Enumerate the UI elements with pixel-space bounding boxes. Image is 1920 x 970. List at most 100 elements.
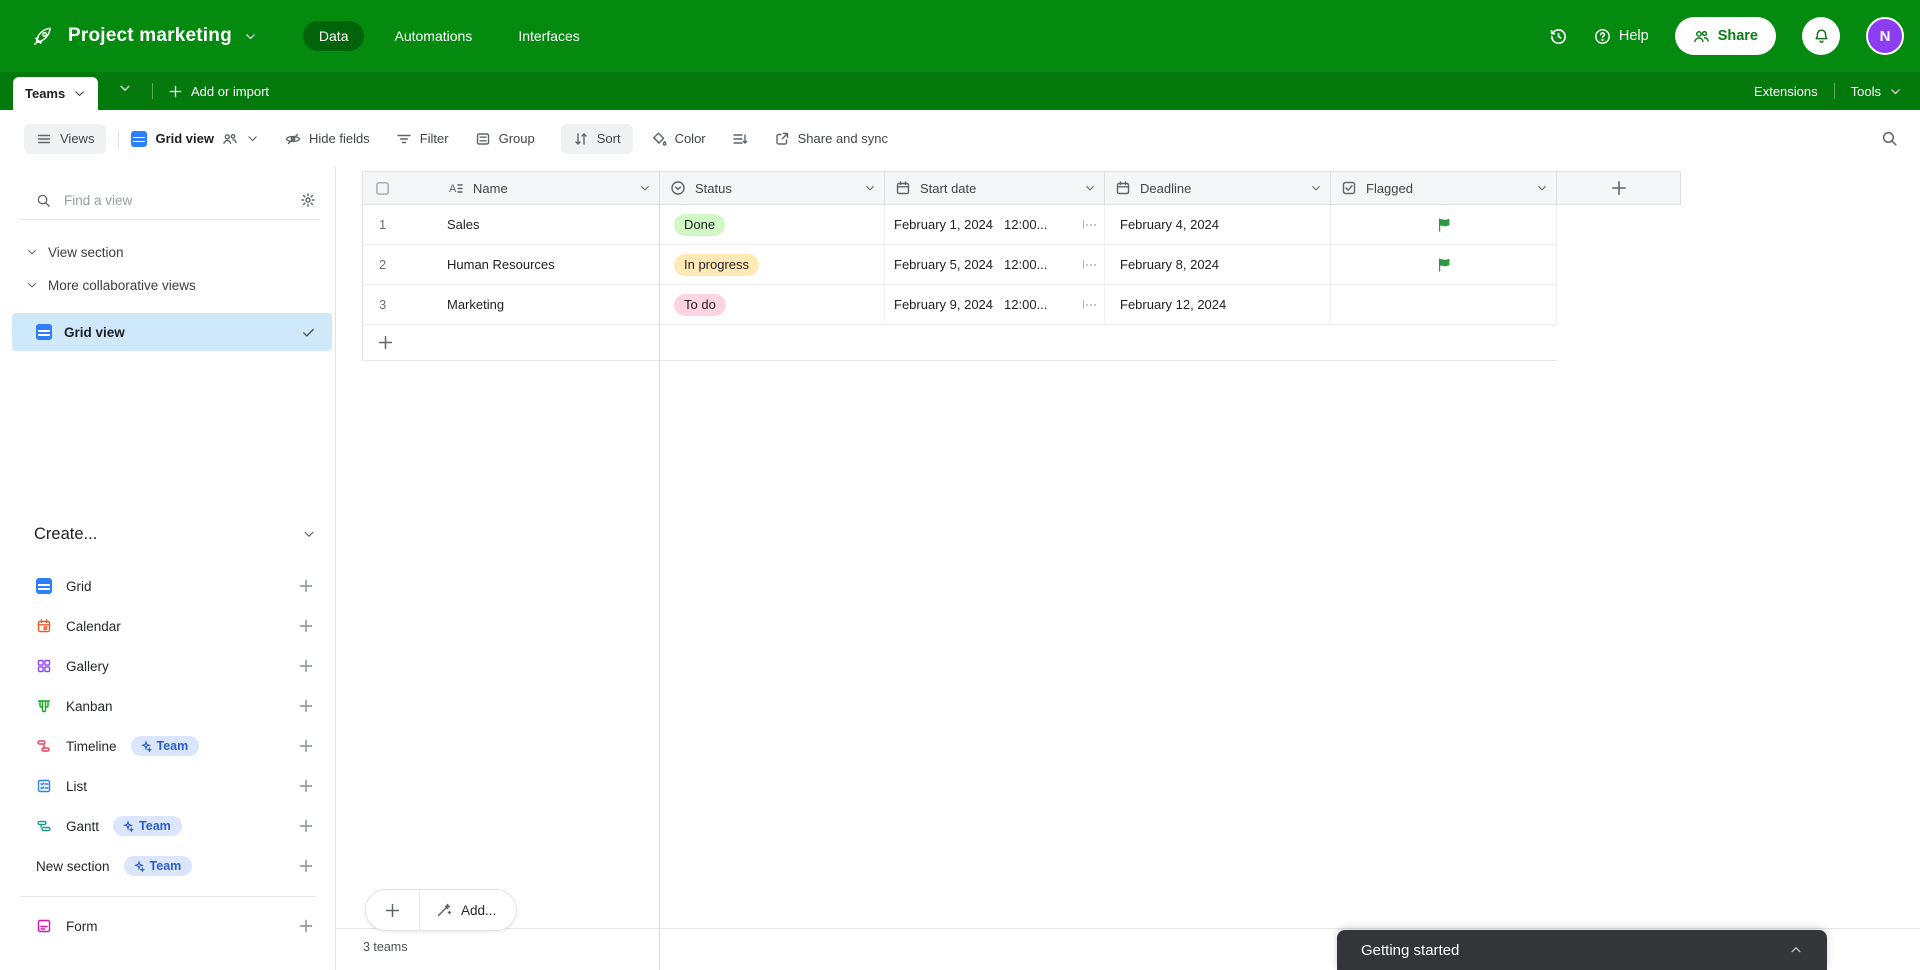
plus-icon[interactable] [298,918,314,934]
row-height-icon [732,133,748,144]
list-icon [37,779,51,793]
chevron-down-icon[interactable] [244,30,257,43]
column-header-name[interactable]: A Name [437,172,660,204]
share-button[interactable]: Share [1674,17,1776,55]
date-value: February 9, 2024 [894,297,994,312]
add-or-import-button[interactable]: Add or import [168,72,269,110]
cell-deadline[interactable]: February 8, 2024 [1105,245,1331,284]
chevron-down-icon[interactable] [1536,182,1548,194]
cell-flagged[interactable] [1331,245,1557,284]
avatar[interactable]: N [1866,17,1904,55]
table-list-chevron-icon[interactable] [118,81,132,95]
create-item-timeline[interactable]: Timeline Team [0,726,336,766]
table-tab-teams[interactable]: Teams [13,77,99,110]
plus-icon[interactable] [298,578,314,594]
plus-icon[interactable] [298,738,314,754]
sidebar-section-more-collaborative-views[interactable]: More collaborative views [0,270,336,300]
cell-name[interactable]: Marketing [437,285,660,324]
view-name: Grid view [64,324,125,340]
tab-data[interactable]: Data [302,21,365,51]
create-item-calendar[interactable]: Calendar [0,606,336,646]
add-record-button[interactable] [366,890,420,930]
tools-button[interactable]: Tools [1851,84,1902,99]
chevron-down-icon[interactable] [1084,182,1096,194]
extensions-button[interactable]: Extensions [1754,84,1818,99]
create-item-gantt[interactable]: Gantt Team [0,806,336,846]
create-section-header[interactable]: Create... [0,519,336,549]
add-field-button[interactable] [1557,172,1681,204]
table-row[interactable]: 2 Human Resources In progress February 5… [363,245,1557,285]
table-row[interactable]: 1 Sales Done February 1, 2024 12:00... F… [363,205,1557,245]
notifications-button[interactable] [1802,17,1840,55]
plus-icon[interactable] [298,778,314,794]
sort-label: Sort [596,131,621,146]
plus-icon[interactable] [298,698,314,714]
column-header-flagged[interactable]: Flagged [1331,172,1557,204]
sidebar-item-grid-view[interactable]: Grid view [12,313,332,351]
workspace-brand[interactable]: Project marketing [30,23,257,49]
tab-automations[interactable]: Automations [378,21,488,51]
page-title: Project marketing [68,25,232,46]
column-header-deadline[interactable]: Deadline [1105,172,1331,204]
create-item-gallery[interactable]: Gallery [0,646,336,686]
create-item-new-section[interactable]: New section Team [0,846,336,886]
cell-start-date[interactable]: February 5, 2024 12:00... [885,245,1105,284]
row-height-button[interactable] [732,131,748,147]
collaborators-icon [223,133,237,144]
create-item-list[interactable]: List [0,766,336,806]
sidebar-section-view-section[interactable]: View section [0,237,336,267]
group-button[interactable]: Group [475,131,535,147]
column-header-status[interactable]: Status [660,172,885,204]
add-record-row[interactable] [363,325,1557,361]
getting-started-toast[interactable]: Getting started [1337,930,1827,970]
hide-fields-button[interactable]: Hide fields [285,131,370,147]
cell-deadline[interactable]: February 4, 2024 [1105,205,1331,244]
cell-start-date[interactable]: February 9, 2024 12:00... [885,285,1105,324]
sort-button[interactable]: Sort [560,123,633,154]
create-item-form[interactable]: Form [0,906,336,946]
chevron-down-icon[interactable] [639,182,651,194]
cell-status[interactable]: To do [660,285,885,324]
share-and-sync-button[interactable]: Share and sync [774,131,888,147]
tab-interfaces[interactable]: Interfaces [502,21,595,51]
chevron-down-icon[interactable] [864,182,876,194]
search-icon[interactable] [1881,130,1898,147]
plus-icon[interactable] [298,818,314,834]
plus-icon[interactable] [298,618,314,634]
help-button[interactable]: Help [1594,28,1649,45]
ai-add-button[interactable]: Add... [420,890,516,930]
table-row[interactable]: 3 Marketing To do February 9, 2024 12:00… [363,285,1557,325]
chevron-up-icon[interactable] [1789,943,1803,957]
create-item-grid[interactable]: Grid [0,566,336,606]
date-value: February 1, 2024 [894,217,994,232]
sort-icon [575,132,587,145]
column-label: Flagged [1366,180,1413,196]
plus-icon[interactable] [298,658,314,674]
plus-icon[interactable] [298,858,314,874]
history-icon[interactable] [1549,27,1568,46]
find-view-input[interactable] [64,192,287,208]
cell-name[interactable]: Sales [437,205,660,244]
cell-flagged[interactable] [1331,205,1557,244]
filter-button[interactable]: Filter [396,131,449,147]
row-number: 3 [379,297,387,312]
select-all-checkbox[interactable] [375,181,390,196]
frozen-column-divider[interactable] [659,171,660,970]
column-header-start-date[interactable]: Start date [885,172,1105,204]
gear-icon[interactable] [300,192,316,208]
create-item-kanban[interactable]: Kanban [0,686,336,726]
color-button[interactable]: Color [651,131,706,147]
gallery-icon [37,659,51,673]
views-button[interactable]: Views [24,123,107,154]
cell-status[interactable]: Done [660,205,885,244]
cell-status[interactable]: In progress [660,245,885,284]
cell-name[interactable]: Human Resources [437,245,660,284]
chevron-down-icon[interactable] [1310,182,1322,194]
view-switcher[interactable]: Grid view [131,130,259,147]
share-sync-label: Share and sync [797,131,888,146]
cell-flagged[interactable] [1331,285,1557,324]
cell-deadline[interactable]: February 12, 2024 [1105,285,1331,324]
column-label: Status [695,180,732,196]
bell-icon [1814,28,1828,43]
cell-start-date[interactable]: February 1, 2024 12:00... [885,205,1105,244]
